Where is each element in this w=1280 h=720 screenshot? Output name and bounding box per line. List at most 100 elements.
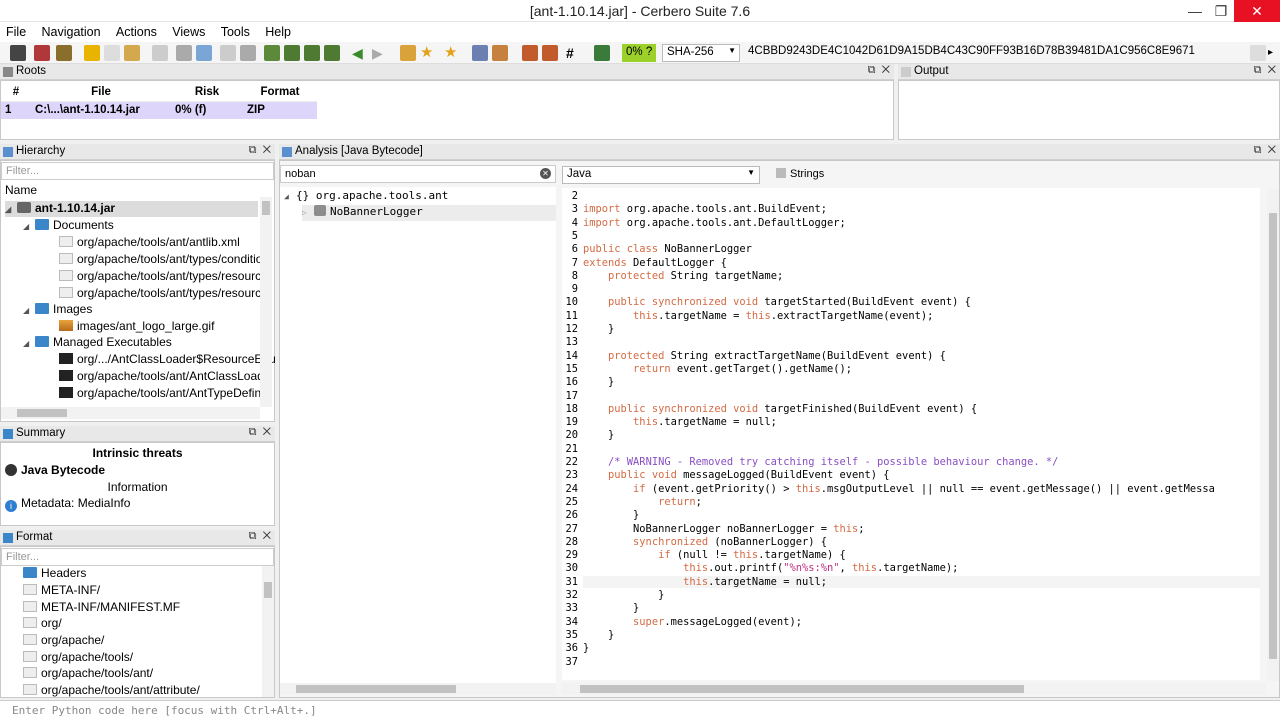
code-line[interactable]: import org.apache.tools.ant.BuildEvent; [583,203,827,215]
layout-icon[interactable] [176,45,192,61]
menu-views[interactable]: Views [166,22,211,39]
col-risk[interactable]: Risk [171,83,243,102]
copy-hash-icon[interactable] [1250,45,1266,61]
code-editor[interactable]: 2 3 import org.apache.tools.ant.BuildEvent… [562,188,1260,680]
code-line[interactable]: super.messageLogged(event); [583,616,802,628]
run-icon[interactable] [594,45,610,61]
view2-icon[interactable] [240,45,256,61]
code-line[interactable]: protected String extractTargetName(Build… [583,350,946,362]
toolbar-more-icon[interactable]: ▸ [1268,45,1280,61]
hierarchy-filter-input[interactable]: Filter... [1,162,274,180]
scroll-thumb[interactable] [1269,213,1277,659]
code-line[interactable]: } [583,323,614,335]
format-item[interactable]: org/ [23,616,62,632]
forward-arrow-icon[interactable]: ▶ [372,45,388,61]
expand-arrow-icon[interactable]: ◢ [23,306,35,315]
tool-icon[interactable] [472,45,488,61]
code-line[interactable]: return; [583,496,702,508]
close-icon[interactable]: ✕ [1268,64,1276,76]
close-icon[interactable]: ✕ [263,144,271,156]
tree-item[interactable]: org/apache/tools/ant/types/resourc [59,286,261,302]
format-item[interactable]: org/apache/tools/ [23,650,133,666]
float-icon[interactable]: ⧉ [868,64,876,76]
tree-item[interactable]: org/apache/tools/ant/AntTypeDefin [59,386,261,402]
code-line[interactable]: this.targetName = null; [583,575,1260,588]
col-format[interactable]: Format [243,83,317,102]
expand-arrow-icon[interactable]: ◢ [284,192,296,201]
code-line[interactable]: if (event.getPriority() > this.msgOutput… [583,483,1215,495]
code-line[interactable]: public class NoBannerLogger [583,243,752,255]
code-line[interactable]: } [583,589,664,601]
code-line[interactable]: protected String targetName; [583,270,783,282]
tree-item-managed-executables[interactable]: ◢ Managed Executables [23,335,172,351]
tree-item[interactable]: org/apache/tools/ant/antlib.xml [59,235,240,251]
bookmark-icon[interactable] [400,45,416,61]
menu-actions[interactable]: Actions [110,22,163,39]
format-vscroll[interactable] [262,566,274,697]
close-icon[interactable]: ✕ [882,64,890,76]
hash-value[interactable]: 4CBBD9243DE4C1042D61D9A15DB4C43C90FF93B1… [744,44,1244,62]
code-line[interactable]: } [583,429,614,441]
hierarchy-hscroll[interactable] [1,407,260,419]
format-item[interactable]: META-INF/MANIFEST.MF [23,600,180,616]
code-line[interactable]: } [583,629,614,641]
code-vscroll[interactable] [1267,189,1279,681]
star-list-icon[interactable]: ★ [444,45,460,61]
hash-algo-select[interactable]: SHA-256 ▼ [662,44,740,62]
close-icon[interactable]: ✕ [263,530,271,542]
float-icon[interactable]: ⧉ [1254,144,1262,156]
expand-arrow-icon[interactable]: ▷ [302,208,314,217]
scroll-thumb[interactable] [264,582,272,598]
code-line[interactable]: return event.getTarget().getName(); [583,363,852,375]
format-item[interactable]: org/apache/ [23,633,104,649]
code-line[interactable]: synchronized (noBannerLogger) { [583,536,827,548]
tree-item[interactable]: images/ant_logo_large.gif [59,319,214,335]
table-row[interactable]: 1 C:\...\ant-1.10.14.jar 0% (f) ZIP [1,101,317,119]
code-line[interactable]: } [583,376,614,388]
hierarchy-column-name[interactable]: Name [5,183,37,197]
tree-item[interactable]: org/apache/tools/ant/types/conditio [59,252,262,268]
code-line[interactable]: } [583,509,639,521]
code-line[interactable]: this.targetName = null; [583,416,777,428]
maximize-icon[interactable]: ❐ [1206,0,1236,22]
float-icon[interactable]: ⧉ [249,426,257,438]
menu-tools[interactable]: Tools [215,22,256,39]
hash-icon[interactable]: # [566,45,582,61]
new-icon[interactable] [104,45,120,61]
view-icon[interactable] [220,45,236,61]
col-file[interactable]: File [31,83,171,102]
float-icon[interactable]: ⧉ [249,144,257,156]
code-line[interactable]: import org.apache.tools.ant.DefaultLogge… [583,217,846,229]
code-line[interactable]: this.out.printf("%n%s:%n", this.targetNa… [583,562,958,574]
code-line[interactable]: public synchronized void targetStarted(B… [583,296,971,308]
clear-search-icon[interactable]: ✕ [540,168,551,179]
zoom-out-icon[interactable] [304,45,320,61]
code-hscroll[interactable] [562,683,1266,695]
copy-icon[interactable] [124,45,140,61]
tree-package[interactable]: ◢{} org.apache.tools.ant [284,189,448,205]
grid-icon[interactable] [522,45,538,61]
tree-item[interactable]: org/apache/tools/ant/types/resourc [59,269,261,285]
format-item[interactable]: META-INF/ [23,583,100,599]
strings-button[interactable]: Strings [776,168,824,180]
menu-help[interactable]: Help [259,22,297,39]
zoom-fit-icon[interactable] [324,45,340,61]
pen-icon[interactable] [492,45,508,61]
float-icon[interactable]: ⧉ [1254,64,1262,76]
python-console[interactable]: Enter Python code here [focus with Ctrl+… [0,700,1280,720]
menu-file[interactable]: File [0,22,32,39]
window-icon[interactable] [152,45,168,61]
format-filter-input[interactable]: Filter... [1,548,274,566]
tree-item[interactable]: org/apache/tools/ant/AntClassLoad [59,369,264,385]
code-line[interactable]: this.targetName = this.extractTargetName… [583,310,933,322]
info-item[interactable]: i Metadata: MediaInfo [5,496,130,512]
hierarchy-vscroll[interactable] [260,197,272,407]
menu-navigation[interactable]: Navigation [36,22,107,39]
expand-arrow-icon[interactable]: ◢ [5,205,17,214]
save-project-icon[interactable] [34,45,50,61]
tree-item-documents[interactable]: ◢ Documents [23,218,114,234]
threat-item[interactable]: Java Bytecode [5,463,105,477]
list-icon[interactable] [542,45,558,61]
python-input-placeholder[interactable]: Enter Python code here [focus with Ctrl+… [12,704,317,717]
language-select[interactable]: Java ▼ [562,166,760,184]
